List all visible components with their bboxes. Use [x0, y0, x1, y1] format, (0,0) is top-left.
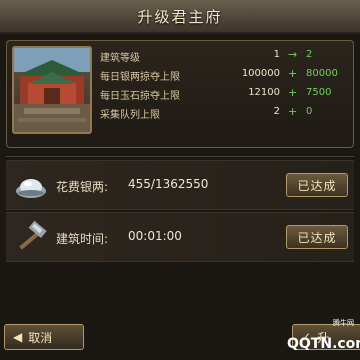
stat-label: 采集队列上限 — [100, 110, 160, 121]
stat-label: 每日银两掠夺上限 — [100, 72, 180, 83]
stat-next: 80000 — [306, 68, 338, 79]
achieved-button[interactable]: 已达成 — [286, 173, 348, 197]
divider — [6, 156, 354, 157]
requirement-label: 花费银两: — [56, 180, 109, 194]
requirement-value: 00:01:00 — [128, 229, 182, 243]
stat-current: 12100 — [248, 87, 280, 98]
stat-current: 100000 — [241, 68, 280, 79]
stat-label: 每日玉石掠夺上限 — [100, 91, 180, 102]
stat-row: 每日银两掠夺上限 100000 + 80000 — [100, 65, 350, 84]
cancel-label: 取消 — [28, 330, 53, 345]
requirement-row-silver: 花费银两: 455/1362550 已达成 — [6, 160, 354, 210]
requirement-value: 455/1362550 — [128, 177, 209, 191]
palace-icon — [14, 48, 90, 132]
plus-icon: + — [288, 86, 298, 99]
stat-current: 2 — [273, 106, 280, 117]
stat-current: 1 — [273, 49, 280, 60]
plus-icon: + — [288, 67, 298, 80]
watermark-small: 腾牛网 — [333, 319, 354, 327]
hammer-icon — [12, 219, 50, 257]
stat-next: 7500 — [306, 87, 332, 98]
stat-row: 建筑等级 1 → 2 — [100, 46, 350, 65]
achieved-button[interactable]: 已达成 — [286, 225, 348, 249]
stat-row: 采集队列上限 2 + 0 — [100, 103, 350, 122]
stats-list: 建筑等级 1 → 2 每日银两掠夺上限 100000 + 80000 每日玉石掠… — [100, 46, 350, 122]
stat-label: 建筑等级 — [100, 53, 140, 64]
silver-ingot-icon — [12, 167, 50, 205]
stat-next: 0 — [306, 106, 313, 117]
cancel-button[interactable]: ◀ 取消 — [4, 324, 84, 350]
plus-icon: + — [288, 105, 298, 118]
title-bar: 升级君主府 — [0, 0, 360, 34]
arrow-icon: → — [288, 48, 298, 61]
stat-next: 2 — [306, 49, 313, 60]
page-title: 升级君主府 — [137, 7, 223, 26]
requirement-label: 建筑时间: — [56, 232, 109, 246]
palace-image — [12, 46, 92, 134]
arrow-left-icon: ◀ — [13, 330, 23, 344]
requirement-row-time: 建筑时间: 00:01:00 已达成 — [6, 212, 354, 262]
watermark-text: QQTN.com — [287, 336, 360, 352]
stat-row: 每日玉石掠夺上限 12100 + 7500 — [100, 84, 350, 103]
watermark: QQTN.com 腾牛网 — [284, 319, 360, 358]
